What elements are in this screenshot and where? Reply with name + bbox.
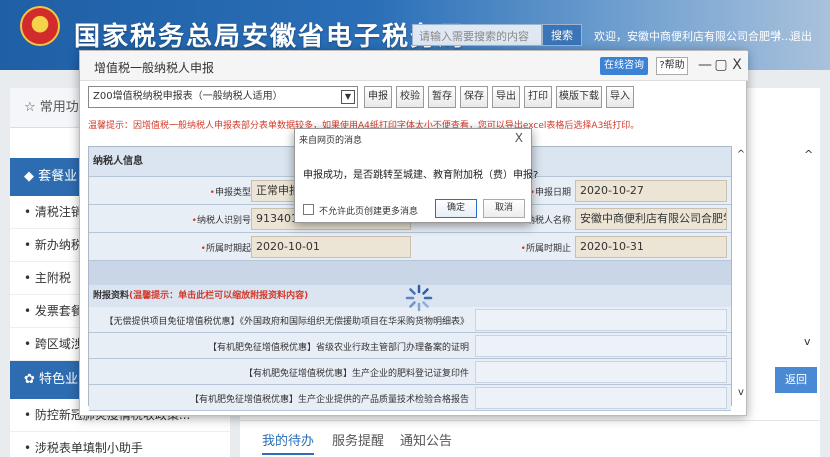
welcome-text[interactable]: 欢迎，安徽中商便利店有限公司合肥学... (594, 28, 792, 44)
attachment-label: 【有机肥免征增值税优惠】生产企业的肥料登记证复印件 (243, 369, 469, 379)
sidebar-item[interactable]: • 涉税表单填制小助手 (10, 432, 230, 457)
chevron-down-icon[interactable]: ▼ (341, 90, 355, 104)
form-select[interactable]: Z00增值税纳税申报表（一般纳税人适用） ▼ (88, 86, 358, 108)
tab-service-reminder[interactable]: 服务提醒 (332, 430, 384, 449)
modal-toolbar: Z00增值税纳税申报表（一般纳税人适用） ▼ 申报 校验 暂存 保存 导出 打印… (88, 86, 740, 110)
cancel-button[interactable]: 取消 (483, 199, 525, 218)
webpage-message-dialog: 来自网页的消息 X 申报成功，是否跳转至城建、教育附加税（费）申报? 不允许此页… (294, 128, 538, 223)
close-icon[interactable]: X (730, 57, 744, 73)
attachment-label: 【有机肥免征增值税优惠】省级农业行政主管部门办理备案的证明 (207, 343, 469, 353)
national-emblem-icon (20, 6, 60, 46)
import-button[interactable]: 导入 (606, 86, 634, 108)
export-button[interactable]: 导出 (492, 86, 520, 108)
search-input[interactable]: 请输入需要搜索的内容 (412, 24, 542, 46)
loading-spinner-icon (405, 284, 433, 312)
declare-button[interactable]: 申报 (364, 86, 392, 108)
template-download-button[interactable]: 模版下载 (556, 86, 602, 108)
attachment-upload-box[interactable] (475, 309, 727, 331)
save-button[interactable]: 保存 (460, 86, 488, 108)
dialog-message: 申报成功，是否跳转至城建、教育附加税（费）申报? (303, 170, 539, 181)
help-button[interactable]: ?帮助 (656, 57, 688, 75)
field-label: •申报日期 (529, 188, 571, 198)
attachment-upload-box[interactable] (475, 335, 727, 357)
logout-link[interactable]: 退出 (790, 28, 812, 44)
form-row: •所属时期起 2020-10-01 •所属时期止 2020-10-31 (89, 233, 731, 261)
form-scroll-up-icon[interactable]: ^ (736, 149, 746, 160)
restore-icon[interactable]: ▢ (714, 57, 728, 73)
modal-title: 增值税一般纳税人申报 (94, 61, 215, 75)
sidebar-section-label: 特色业 (39, 372, 79, 387)
validate-button[interactable]: 校验 (396, 86, 424, 108)
attachment-row: 【有机肥免征增值税优惠】生产企业的肥料登记证复印件 (89, 359, 731, 385)
period-start-field[interactable]: 2020-10-01 (251, 236, 411, 258)
return-button[interactable]: 返回 (775, 367, 817, 393)
vat-declaration-modal: 增值税一般纳税人申报 在线咨询 ?帮助 — ▢ X Z00增值税纳税申报表（一般… (79, 50, 748, 416)
period-end-field[interactable]: 2020-10-31 (575, 236, 727, 258)
taxpayer-name-field[interactable]: 安徽中商便利店有限公司合肥学院店 (575, 208, 727, 230)
emblem-caption (18, 52, 64, 62)
form-select-value: Z00增值税纳税申报表（一般纳税人适用） (93, 91, 283, 102)
site-title: 国家税务总局安徽省电子税务局 (74, 22, 467, 52)
tab-announcements[interactable]: 通知公告 (400, 430, 452, 449)
dialog-close-icon[interactable]: X (515, 131, 523, 145)
tab-my-todo[interactable]: 我的待办 (262, 430, 315, 455)
declare-date-field[interactable]: 2020-10-27 (575, 180, 727, 202)
sidebar-item-label: 涉税表单填制小助手 (34, 441, 143, 455)
attachment-label: 【有机肥免征增值税优惠】生产企业提供的产品质量技术检验合格报告 (189, 395, 469, 405)
print-button[interactable]: 打印 (524, 86, 552, 108)
field-label: •所属时期起 (200, 244, 251, 254)
field-label: •申报类型 (209, 188, 251, 198)
form-scroll-down-icon[interactable]: v (736, 387, 746, 398)
dialog-title: 来自网页的消息 (299, 136, 363, 146)
outer-scroll-down-icon[interactable]: v (804, 335, 811, 348)
attachment-label: 【无偿提供项目免征增值税优惠】《外国政府和国际组织无偿援助项目在华采购货物明细表… (104, 317, 469, 327)
sidebar-section-label: 套餐业 (38, 169, 78, 184)
suppress-messages-checkbox[interactable] (303, 204, 314, 215)
search-button[interactable]: 搜索 (542, 24, 582, 46)
field-label: •所属时期止 (520, 244, 571, 254)
modal-title-bar: 增值税一般纳税人申报 在线咨询 ?帮助 — ▢ X (80, 51, 748, 81)
bottom-tabs: 我的待办 服务提醒 通知公告 (240, 420, 820, 457)
field-label: •纳税人识别号 (191, 216, 251, 226)
attachment-row: 【有机肥免征增值税优惠】省级农业行政主管部门办理备案的证明 (89, 333, 731, 359)
header-separator: | (777, 28, 781, 41)
attachment-upload-box[interactable] (475, 361, 727, 383)
attachment-row: 【有机肥免征增值税优惠】生产企业提供的产品质量技术检验合格报告 (89, 385, 731, 411)
temp-save-button[interactable]: 暂存 (428, 86, 456, 108)
minimize-icon[interactable]: — (698, 57, 712, 73)
suppress-messages-label[interactable]: 不允许此页创建更多消息 (319, 204, 418, 217)
outer-scroll-up-icon[interactable]: ^ (804, 148, 813, 161)
sidebar-common-label: 常用功 (39, 100, 79, 115)
sidebar-item-label: 发票套餐 (34, 304, 83, 318)
online-consult-button[interactable]: 在线咨询 (600, 57, 648, 75)
attachment-upload-box[interactable] (475, 387, 727, 409)
ok-button[interactable]: 确定 (435, 199, 477, 218)
